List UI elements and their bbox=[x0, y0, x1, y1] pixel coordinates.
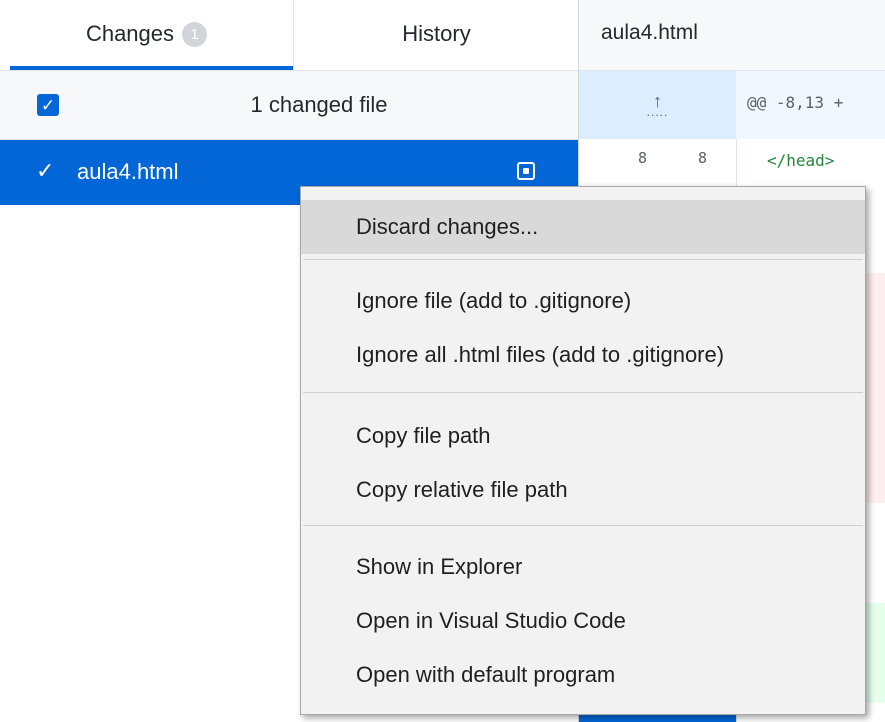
changed-files-summary: 1 changed file bbox=[250, 92, 388, 117]
file-include-checkbox[interactable]: ✓ bbox=[36, 158, 54, 184]
tab-divider bbox=[293, 0, 294, 70]
tab-history-label: History bbox=[402, 21, 471, 46]
expand-up-icon: ↑..... bbox=[646, 91, 669, 119]
diff-header: aula4.html bbox=[579, 0, 885, 71]
menu-item-copy-file-path[interactable]: Copy file path bbox=[301, 409, 865, 463]
tab-changes[interactable]: Changes 1 bbox=[0, 0, 293, 70]
diff-file-title: aula4.html bbox=[601, 21, 698, 44]
tab-history[interactable]: History bbox=[295, 0, 578, 68]
menu-item-copy-relative-path[interactable]: Copy relative file path bbox=[301, 463, 865, 517]
menu-item-ignore-file[interactable]: Ignore file (add to .gitignore) bbox=[301, 274, 865, 328]
diff-code-row: 8 8 </head> bbox=[579, 139, 885, 183]
hunk-header-text: @@ -8,13 + bbox=[747, 93, 844, 112]
menu-separator bbox=[303, 259, 863, 260]
expand-hunk-button[interactable]: ↑..... bbox=[579, 71, 736, 139]
changed-file-name: aula4.html bbox=[77, 159, 179, 184]
diff-hunk-header-row: ↑..... @@ -8,13 + bbox=[579, 71, 885, 139]
modified-icon bbox=[517, 162, 535, 180]
file-context-menu: Discard changes... Ignore file (add to .… bbox=[300, 186, 866, 715]
select-all-checkbox[interactable]: ✓ bbox=[37, 94, 59, 116]
tab-bar: Changes 1 History bbox=[0, 0, 578, 71]
changes-summary-row: 1 changed file ✓ bbox=[0, 71, 578, 140]
menu-item-open-in-vscode[interactable]: Open in Visual Studio Code bbox=[301, 594, 865, 648]
menu-item-show-in-explorer[interactable]: Show in Explorer bbox=[301, 540, 865, 594]
new-line-number: 8 bbox=[697, 149, 707, 167]
changes-count-badge: 1 bbox=[182, 21, 208, 47]
menu-separator bbox=[303, 392, 863, 393]
menu-item-open-default-program[interactable]: Open with default program bbox=[301, 648, 865, 702]
menu-item-discard-changes[interactable]: Discard changes... bbox=[301, 200, 865, 254]
tab-changes-label: Changes bbox=[85, 21, 175, 46]
menu-item-ignore-extension[interactable]: Ignore all .html files (add to .gitignor… bbox=[301, 328, 865, 382]
old-line-number: 8 bbox=[637, 149, 647, 167]
checkmark-icon: ✓ bbox=[40, 95, 56, 115]
diff-code-text: </head> bbox=[767, 151, 835, 170]
menu-separator bbox=[303, 525, 863, 526]
diff-gutter-border bbox=[736, 139, 737, 183]
